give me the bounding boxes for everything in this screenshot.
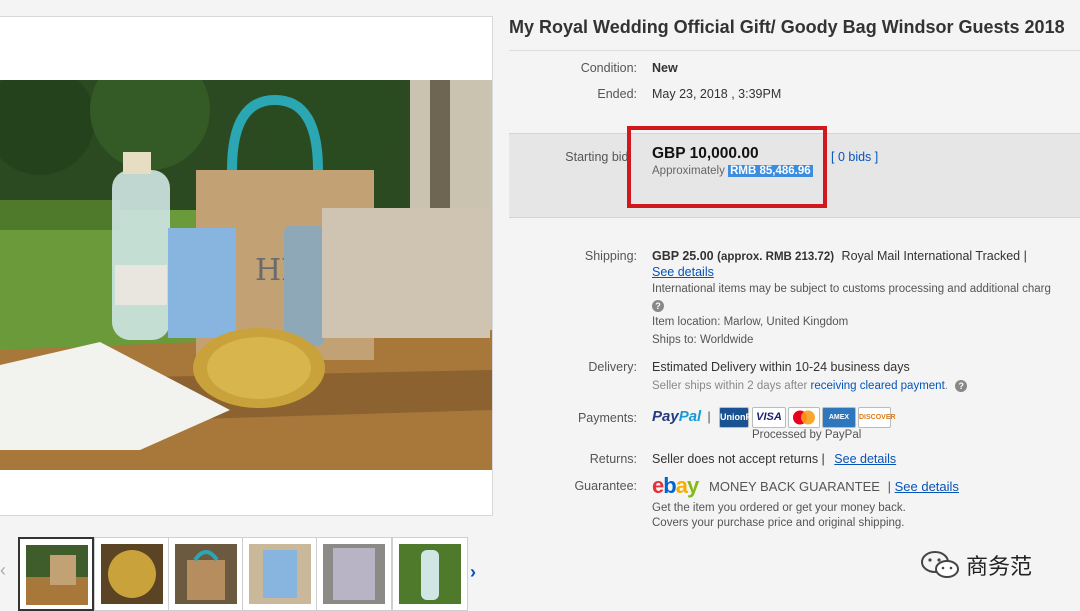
approx-value: RMB 85,486.96 (728, 165, 813, 177)
ended-label: Ended: (597, 87, 637, 101)
image-panel: HM (0, 16, 493, 516)
processed-by-paypal: Processed by PayPal (752, 429, 862, 441)
help-icon[interactable]: ? (955, 380, 968, 392)
guarantee-line-2: Covers your purchase price and original … (652, 517, 905, 529)
handling-prefix: Seller ships within 2 days after (652, 380, 808, 393)
starting-bid-label: Starting bid: (565, 150, 632, 164)
handling-suffix: . (944, 380, 948, 393)
help-icon[interactable]: ? (652, 298, 664, 312)
shipping-see-details-link[interactable]: See details (652, 265, 714, 279)
condition-value: New (652, 61, 678, 75)
condition-label: Condition: (580, 61, 637, 75)
discover-icon: DISCOVER (858, 407, 896, 428)
thumbnail-strip (0, 533, 500, 611)
main-product-photo[interactable]: HM (0, 80, 492, 470)
delivery-label: Delivery: (588, 360, 637, 374)
unionpay-icon: UnionPay (719, 407, 762, 428)
shipping-summary: GBP 25.00 (approx. RMB 213.72) Royal Mai… (652, 249, 1027, 263)
converted-price: Approximately RMB 85,486.96 (652, 165, 813, 177)
listing-title: My Royal Wedding Official Gift/ Goody Ba… (509, 17, 1065, 37)
returns-label: Returns: (589, 452, 637, 466)
returns-text: Seller does not accept returns | (652, 452, 825, 466)
returns-see-details-link[interactable]: See details (834, 452, 896, 466)
payments-label: Payments: (577, 411, 637, 425)
mastercard-icon (788, 407, 820, 428)
chevron-right-icon[interactable]: › (470, 562, 484, 586)
divider (509, 50, 1080, 51)
thumbnail[interactable] (168, 537, 244, 611)
customs-note: International items may be subject to cu… (652, 283, 1051, 295)
visa-icon: VISA (752, 407, 786, 428)
amex-icon: AMEX (822, 407, 856, 428)
guarantee-line-1: Get the item you ordered or get your mon… (652, 502, 906, 514)
thumbnail[interactable] (242, 537, 318, 611)
watermark-text: 商务范 (966, 555, 1033, 580)
shipping-approx: (approx. RMB 213.72) (717, 251, 835, 263)
money-back-guarantee: MONEY BACK GUARANTEE | See details (709, 479, 959, 494)
bids-link[interactable]: [ 0 bids ] (831, 150, 878, 164)
thumbnail[interactable] (392, 537, 468, 611)
shipping-cost: GBP 25.00 (652, 249, 714, 263)
guarantee-label: Guarantee: (574, 479, 637, 493)
cleared-payment-link[interactable]: receiving cleared payment (811, 380, 945, 392)
ended-value: May 23, 2018 , 3:39PM (652, 87, 782, 101)
returns-policy: Seller does not accept returns | See det… (652, 452, 896, 466)
paypal-logo: PayPal | (652, 408, 711, 425)
handling-time: Seller ships within 2 days after receivi… (652, 380, 968, 393)
shipping-service: Royal Mail International Tracked | (841, 249, 1027, 263)
item-location: Item location: Marlow, United Kingdom (652, 316, 849, 328)
approx-label: Approximately (652, 165, 725, 177)
ships-to: Ships to: Worldwide (652, 334, 754, 346)
thumbnail[interactable] (18, 537, 94, 611)
thumbnail[interactable] (94, 537, 170, 611)
guarantee-see-details-link[interactable]: See details (895, 479, 959, 494)
ebay-logo: ebay (652, 473, 699, 498)
shipping-label: Shipping: (584, 249, 637, 263)
thumbnail[interactable] (316, 537, 392, 611)
starting-bid-price: GBP 10,000.00 (652, 145, 759, 162)
delivery-estimate: Estimated Delivery within 10-24 business… (652, 360, 910, 374)
